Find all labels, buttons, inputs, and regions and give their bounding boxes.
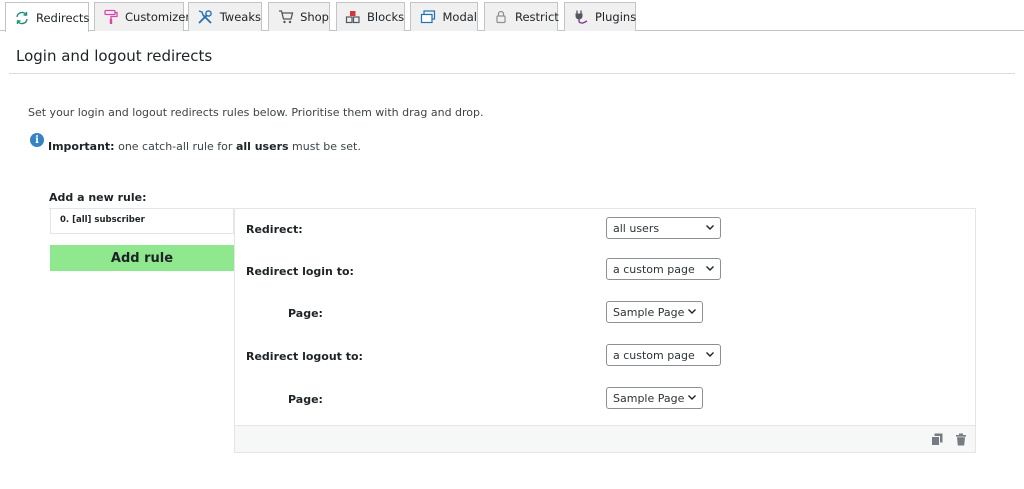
tab-redirects[interactable]: Redirects	[5, 2, 89, 32]
plugin-icon	[573, 8, 589, 26]
notice-bold: all users	[235, 140, 289, 153]
redirect-select-value: all users	[613, 222, 660, 235]
redirect-login-select-value: a custom page	[613, 263, 695, 276]
login-page-select[interactable]: Sample Page	[606, 301, 703, 323]
login-page-select-value: Sample Page	[613, 306, 685, 319]
chevron-down-icon	[706, 225, 714, 230]
redirect-login-label: Redirect login to:	[246, 265, 354, 278]
rule-editor-panel: Redirect: all users Redirect login to: a…	[234, 209, 976, 453]
redirect-login-select[interactable]: a custom page	[606, 258, 721, 280]
modal-icon	[419, 8, 437, 26]
redirect-logout-select[interactable]: a custom page	[606, 344, 721, 366]
add-rule-heading: Add a new rule:	[49, 191, 147, 204]
redirect-logout-select-value: a custom page	[613, 349, 695, 362]
tab-modal[interactable]: Modal	[410, 2, 478, 31]
redirect-label: Redirect:	[246, 223, 303, 236]
notice-text: Important: one catch-all rule for all us…	[48, 140, 361, 153]
chevron-down-icon	[688, 309, 696, 314]
logout-page-select-value: Sample Page	[613, 392, 685, 405]
tab-shop[interactable]: Shop	[268, 2, 330, 31]
redirect-logout-label: Redirect logout to:	[246, 350, 363, 363]
notice-end: must be set.	[288, 140, 361, 153]
add-rule-button[interactable]: Add rule	[50, 245, 234, 271]
lock-icon	[493, 8, 509, 26]
tab-blocks[interactable]: Blocks	[336, 2, 405, 31]
rule-list-item[interactable]: 0. [all] subscriber	[50, 209, 234, 234]
tab-bar: Redirects Customizer Tweaks Shop Blocks …	[0, 0, 1024, 32]
blocks-icon	[345, 8, 361, 26]
chevron-down-icon	[706, 352, 714, 357]
trash-icon[interactable]	[955, 433, 967, 446]
tab-label: Shop	[300, 10, 329, 24]
redirect-icon	[14, 9, 30, 27]
tab-tweaks[interactable]: Tweaks	[188, 2, 262, 31]
notice-strong: Important:	[48, 140, 115, 153]
duplicate-icon[interactable]	[931, 433, 943, 446]
paint-roller-icon	[103, 8, 119, 26]
cart-icon	[277, 8, 294, 26]
intro-text: Set your login and logout redirects rule…	[28, 106, 484, 119]
tab-restrict[interactable]: Restrict	[484, 2, 559, 31]
info-icon: i	[30, 133, 44, 147]
tab-label: Tweaks	[219, 10, 261, 24]
logout-page-select[interactable]: Sample Page	[606, 387, 703, 409]
tab-customizer[interactable]: Customizer	[94, 2, 190, 31]
notice-mid: one catch-all rule for	[114, 140, 236, 153]
tab-label: Modal	[442, 10, 478, 24]
important-notice: i Important: one catch-all rule for all …	[30, 133, 361, 153]
tab-label: Customizer	[125, 10, 191, 24]
tab-label: Blocks	[367, 10, 405, 24]
tools-icon	[197, 8, 214, 26]
chevron-down-icon	[706, 266, 714, 271]
tab-label: Redirects	[36, 10, 90, 25]
login-page-label: Page:	[288, 307, 323, 320]
chevron-down-icon	[688, 395, 696, 400]
tab-label: Restrict	[515, 10, 559, 24]
title-divider	[9, 73, 1015, 74]
page-title: Login and logout redirects	[16, 47, 213, 65]
redirect-select[interactable]: all users	[606, 217, 721, 239]
tab-plugins[interactable]: Plugins	[564, 2, 636, 31]
tab-label: Plugins	[595, 10, 637, 24]
rule-panel-footer	[235, 425, 975, 452]
logout-page-label: Page:	[288, 393, 323, 406]
